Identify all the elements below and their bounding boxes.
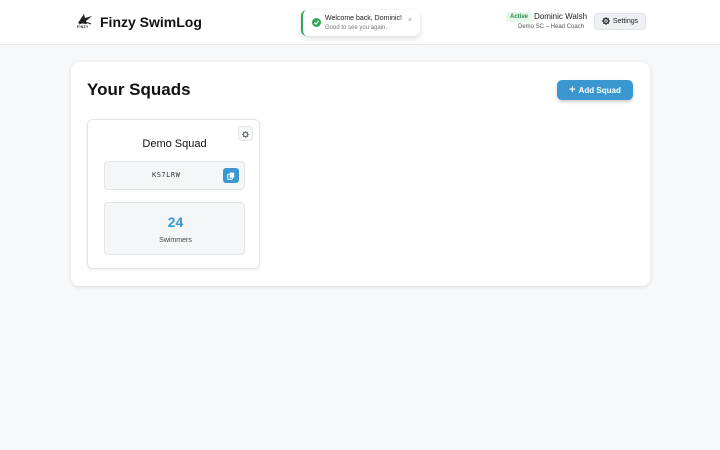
squad-code: KS7LRW <box>152 171 181 179</box>
toast-title: Welcome back, Dominic! <box>325 15 402 22</box>
logo-text: FINZY <box>77 25 89 29</box>
squads-panel: Your Squads + Add Squad Demo Squad KS7LR <box>71 62 650 286</box>
user-role: Demo SC – Head Coach <box>518 24 585 30</box>
swimmer-label: Swimmers <box>159 237 192 244</box>
squad-card[interactable]: Demo Squad KS7LRW 24 Swimmers <box>87 119 260 269</box>
settings-button[interactable]: Settings <box>594 13 646 30</box>
swimmer-stat: 24 Swimmers <box>104 202 245 255</box>
brand[interactable]: FINZY Finzy SwimLog <box>76 12 202 32</box>
swimmer-count: 24 <box>167 214 184 230</box>
add-squad-button[interactable]: + Add Squad <box>557 80 633 100</box>
top-bar: FINZY Finzy SwimLog Welcome back, Domini… <box>0 0 720 45</box>
squad-code-box: KS7LRW <box>104 161 245 190</box>
user-name: Dominic Walsh <box>534 12 588 21</box>
squad-name: Demo Squad <box>142 138 207 150</box>
check-circle-icon <box>312 18 321 27</box>
close-icon[interactable]: × <box>408 17 412 24</box>
plus-icon: + <box>569 83 576 96</box>
status-badge: Active <box>506 12 533 22</box>
app-name: Finzy SwimLog <box>100 14 202 30</box>
copy-icon <box>227 167 235 185</box>
toast-message: Good to see you again. <box>325 25 388 31</box>
gear-icon <box>602 16 610 27</box>
welcome-toast: Welcome back, Dominic! Good to see you a… <box>301 10 420 36</box>
finzy-logo-icon: FINZY <box>76 12 94 32</box>
page-title: Your Squads <box>87 80 191 99</box>
copy-code-button[interactable] <box>223 168 239 183</box>
add-squad-label: Add Squad <box>578 85 621 95</box>
settings-label: Settings <box>612 18 639 25</box>
